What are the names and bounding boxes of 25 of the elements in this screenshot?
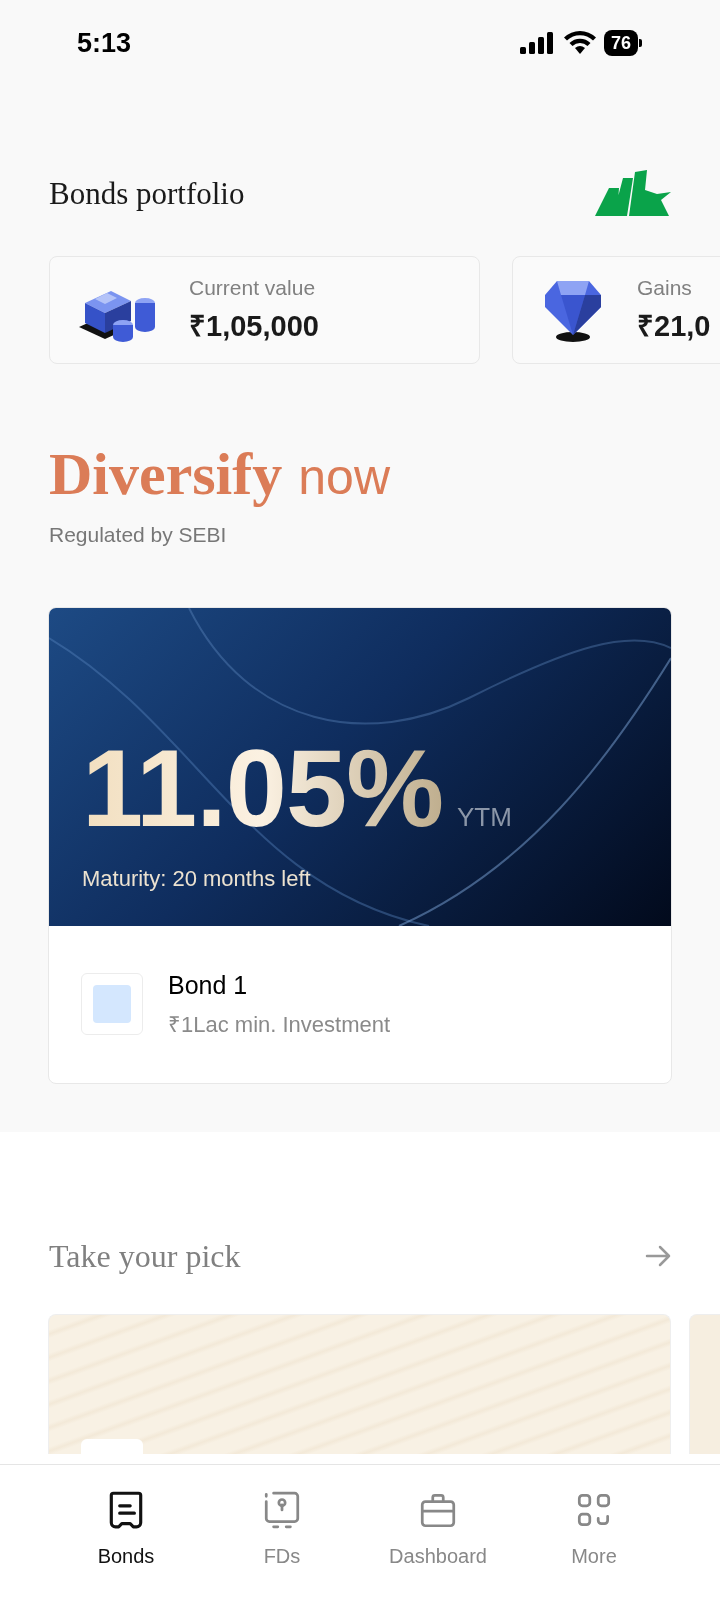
battery-level: 76	[603, 30, 638, 56]
page-title: Bonds portfolio	[49, 174, 245, 213]
section-title: Take your pick	[49, 1236, 241, 1276]
promo-subtitle: Regulated by SEBI	[49, 522, 228, 548]
stat-value: ₹1,05,000	[189, 309, 319, 344]
nav-tab[interactable]: Dashboard	[360, 1489, 516, 1600]
nav-tab[interactable]: More	[516, 1489, 672, 1600]
bond-min-investment: ₹1Lac min. Investment	[168, 1011, 391, 1040]
pick-card[interactable]	[48, 1313, 671, 1454]
bond-card[interactable]: 11.05%YTM Maturity: 20 months left Bond 1 ₹1Lac min. Investment	[48, 606, 672, 1084]
bond-logo	[81, 973, 143, 1035]
nav-tab[interactable]: Bonds	[48, 1489, 204, 1600]
wifi-icon	[563, 31, 596, 55]
bond-name: Bond 1	[168, 969, 249, 1001]
headline-bold: Diversify	[49, 440, 283, 509]
stat-label: Gains	[637, 274, 693, 301]
stat-value: ₹21,0	[637, 309, 711, 344]
arrow-right-icon[interactable]	[645, 1244, 671, 1267]
nav-tab[interactable]: FDs	[204, 1489, 360, 1600]
stat-label: Current value	[189, 274, 317, 301]
headline-light: now	[298, 448, 390, 507]
yield-suffix: YTM	[457, 800, 512, 834]
signal-icon	[519, 31, 556, 55]
maturity-text: Maturity: 20 months left	[82, 864, 312, 893]
status-time: 5:13	[77, 26, 132, 60]
